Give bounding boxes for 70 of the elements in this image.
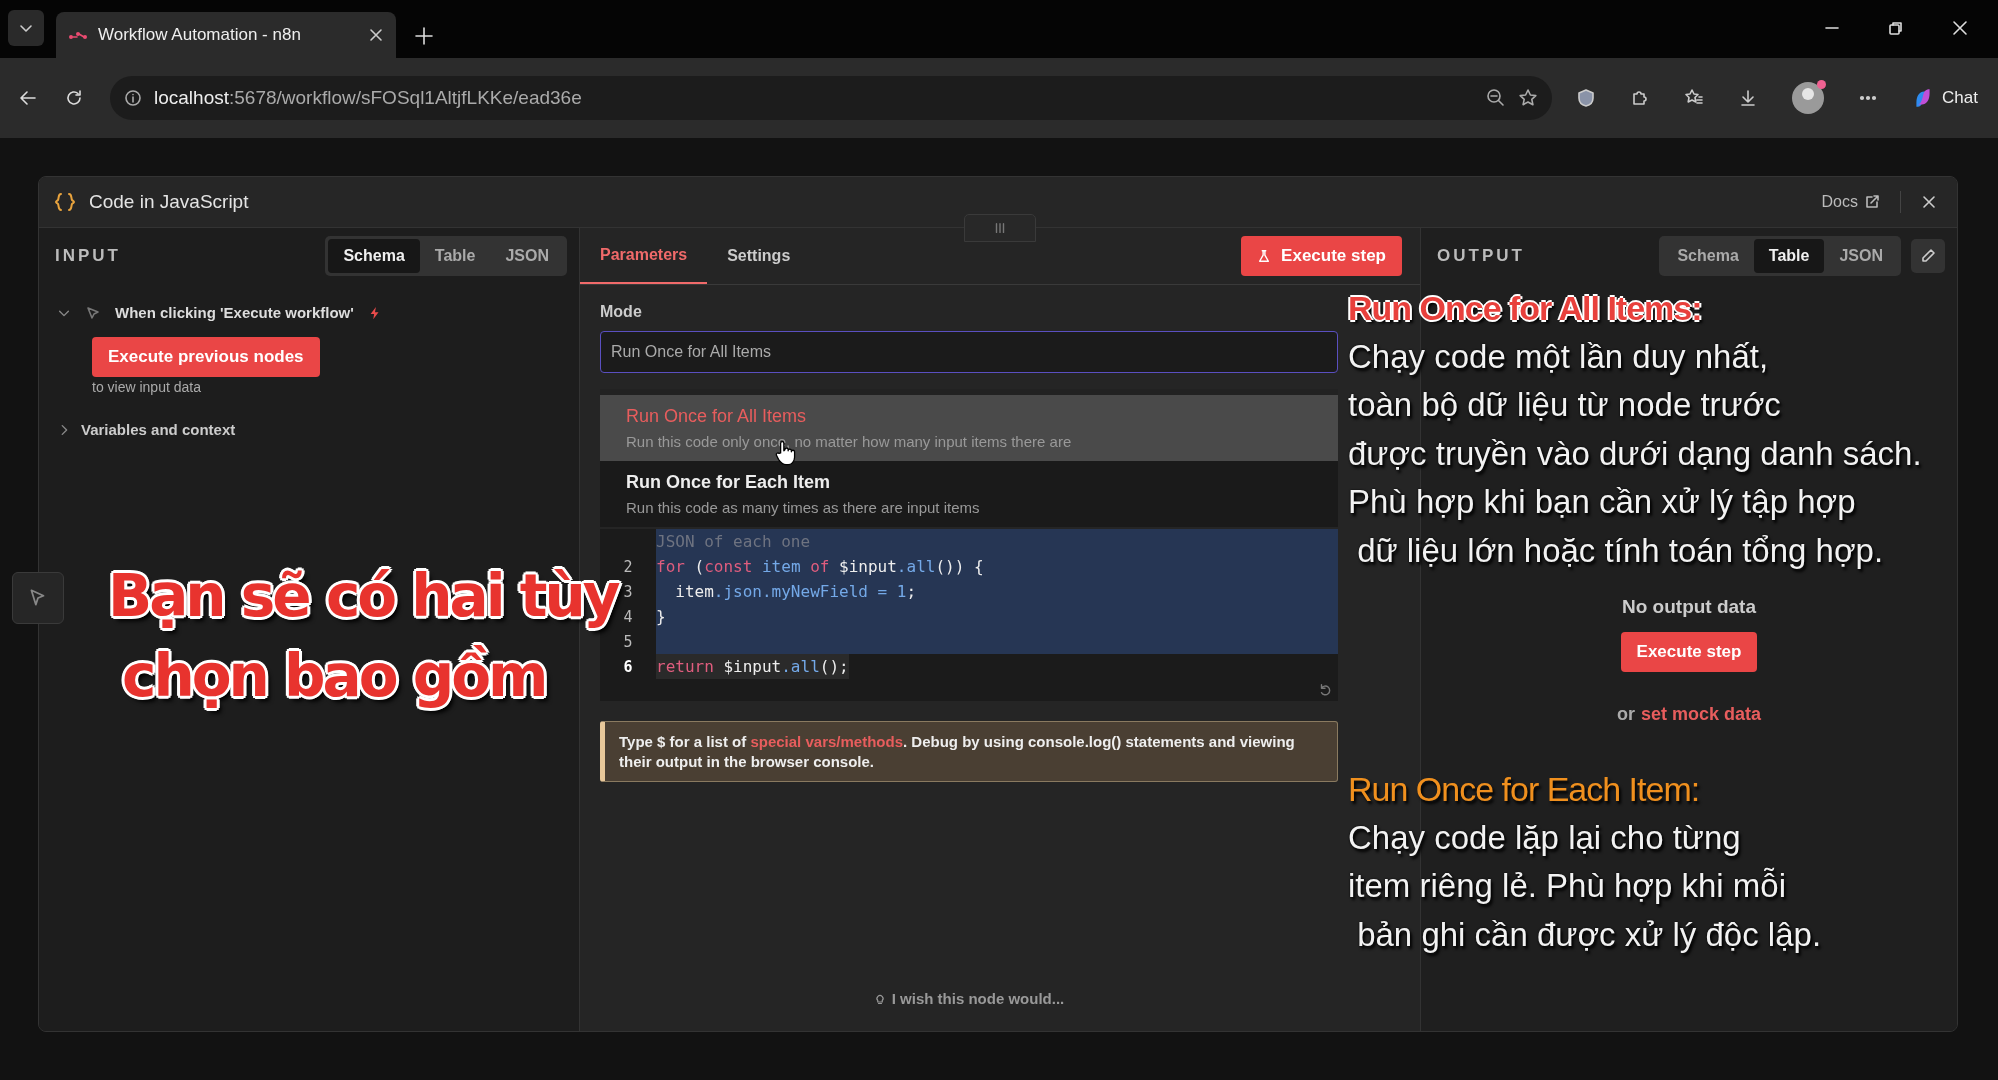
view-tab[interactable]: Table [1753, 239, 1825, 273]
close-icon[interactable] [1952, 20, 1968, 36]
docs-link[interactable]: Docs [1821, 193, 1880, 211]
tab-title: Workflow Automation - n8n [98, 25, 302, 45]
dialog-title: Code in JavaScript [89, 191, 249, 213]
panel-heading: OUTPUT [1437, 246, 1525, 266]
execute-previous-button[interactable]: Execute previous nodes [92, 337, 320, 377]
braces-icon [53, 191, 77, 213]
caption-line: Chạy code lặp lại cho từng [1348, 817, 1741, 858]
edit-icon[interactable] [1911, 239, 1945, 273]
notice-text: Type $ for a list of special vars/methods. Debug by using console.log() statements and viewing their output in the browser console. [600, 721, 1338, 782]
chat-button[interactable]: Chat [1902, 81, 1988, 115]
tab[interactable]: Settings [707, 228, 811, 284]
address-field[interactable]: localhost:5678/workflow/sFOSql1AltjfLKKe/ead36e [110, 76, 1553, 120]
drag-handle[interactable] [964, 214, 1036, 242]
new-tab-icon[interactable] [414, 26, 434, 46]
url-text: localhost:5678/workflow/sFOSql1AltjfLKKe/ead36e [154, 87, 582, 109]
grip-icon [993, 221, 1007, 235]
empty-message: No output data [1622, 596, 1756, 618]
field-label: Mode [600, 303, 642, 321]
set-mock-data-link[interactable]: set mock data [1640, 704, 1762, 725]
hint-text: to view input data [92, 379, 202, 395]
caption-line: Phù hợp khi bạn cần xử lý tập hợp [1348, 482, 1856, 522]
execute-step-button[interactable]: Execute step [1241, 236, 1402, 276]
pointer-icon[interactable] [12, 572, 64, 624]
or-text: or [1616, 704, 1635, 725]
view-tab[interactable]: Table [419, 239, 491, 273]
caption-line: item riêng lẻ. Phù hợp khi mỗi [1348, 866, 1786, 906]
close-icon[interactable] [1921, 194, 1937, 210]
trigger-name: When clicking 'Execute workflow' [115, 304, 354, 321]
line-number: 3 [623, 582, 633, 601]
caption-title: Run Once for All Items: [1348, 288, 1702, 329]
section-label[interactable]: Variables and context [81, 421, 236, 438]
execute-step-button[interactable]: Execute step [1620, 632, 1758, 672]
info-icon [124, 89, 142, 107]
tab-list-icon[interactable] [8, 10, 44, 46]
caption-line: được truyền vào dưới dạng danh sách. [1348, 433, 1922, 474]
dropdown-option[interactable]: Run Once for Each Item Run this code as many times as there are input items [600, 461, 1338, 527]
caption-line: dữ liệu lớn hoặc tính toán tổng hợp. [1356, 530, 1884, 571]
feedback-link[interactable]: I wish this node would... [873, 990, 1065, 1007]
shield-icon[interactable] [1576, 88, 1597, 108]
caption-line: toàn bộ dữ liệu từ node trước [1348, 385, 1781, 425]
line-number: 2 [623, 557, 633, 576]
view-tab[interactable]: JSON [490, 239, 564, 273]
reload-icon[interactable] [64, 88, 84, 108]
view-tab[interactable]: Schema [1662, 239, 1754, 273]
caption-line: bản ghi cần được xử lý độc lập. [1356, 914, 1822, 955]
back-icon[interactable] [18, 88, 38, 108]
line-number: 5 [623, 632, 633, 651]
caption-title: Run Once for Each Item: [1348, 769, 1700, 810]
view-tab[interactable]: JSON [1824, 239, 1898, 273]
panel-heading: INPUT [55, 246, 121, 266]
n8n-logo-icon [68, 29, 88, 41]
flask-icon [1257, 249, 1272, 263]
view-tab[interactable]: Schema [328, 239, 420, 273]
profile-avatar[interactable] [1792, 82, 1825, 114]
pointer-icon [85, 304, 101, 321]
caption-line: chọn bao gồm [121, 641, 546, 712]
link[interactable]: special vars/methods [750, 733, 903, 750]
external-link-icon [1864, 194, 1880, 210]
caption-line: Chạy code một lần duy nhất, [1348, 336, 1769, 377]
star-icon[interactable] [1518, 88, 1539, 108]
zoom-out-icon[interactable] [1486, 88, 1507, 108]
restore-icon[interactable] [1888, 20, 1904, 36]
tab[interactable]: Parameters [580, 228, 708, 284]
close-icon[interactable] [368, 27, 384, 43]
line-number: 6 [623, 657, 633, 676]
mode-select[interactable]: Run Once for All Items [600, 331, 1338, 373]
browser-tab[interactable]: Workflow Automation - n8n [56, 12, 396, 58]
line-number: 4 [623, 607, 633, 626]
